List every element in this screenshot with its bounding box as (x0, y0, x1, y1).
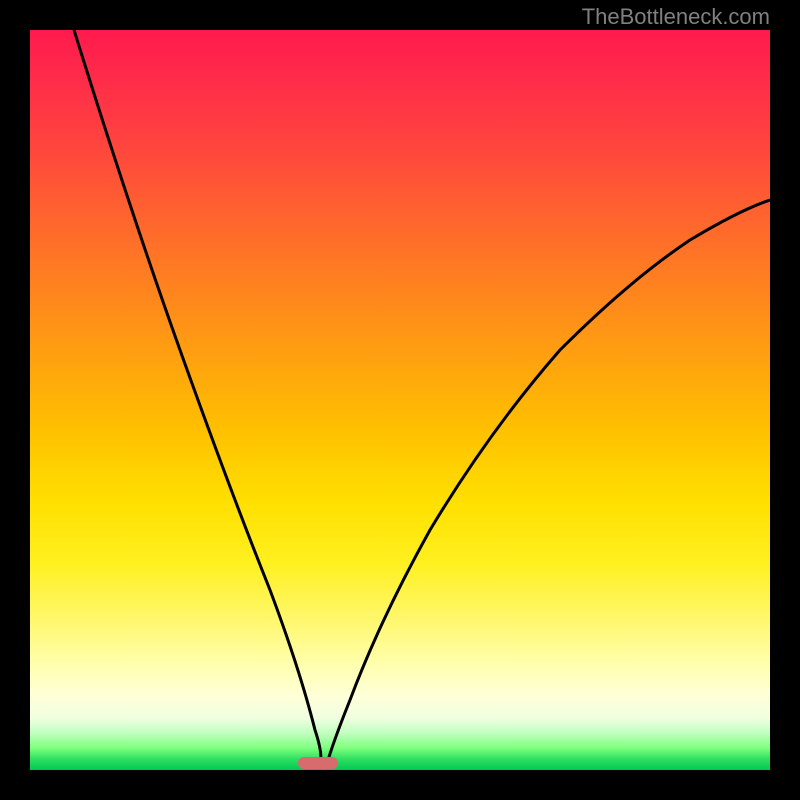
plot-area (30, 30, 770, 770)
curve-svg (30, 30, 770, 770)
curve-left-path (74, 30, 321, 768)
bottleneck-marker (298, 757, 338, 769)
chart-container: TheBottleneck.com (0, 0, 800, 800)
watermark-text: TheBottleneck.com (582, 4, 770, 30)
curve-right-path (326, 200, 770, 768)
